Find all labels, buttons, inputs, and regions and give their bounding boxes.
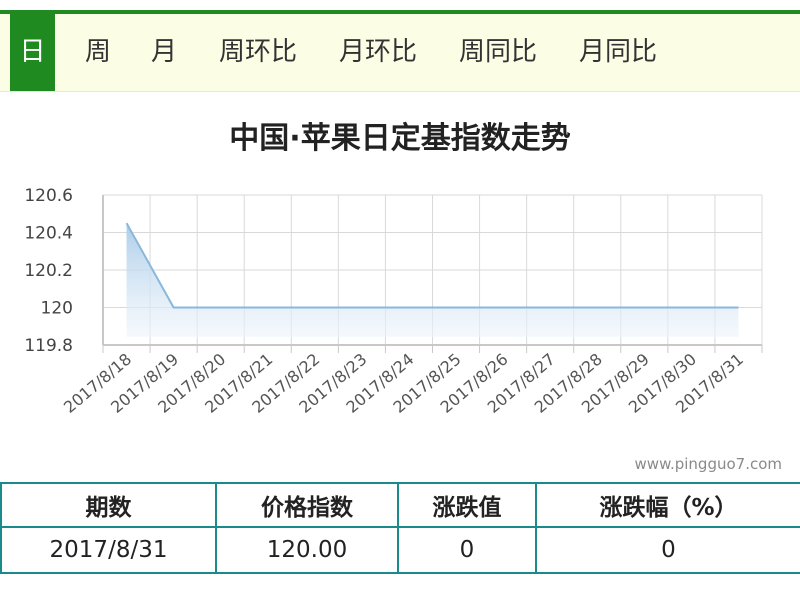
y-tick-label: 120.2 — [24, 261, 73, 281]
table-row: 2017/8/31 120.00 0 0 — [0, 526, 800, 574]
index-trend-chart: 120.6120.4120.2120119.82017/8/182017/8/1… — [24, 186, 763, 417]
index-summary-table: 期数 价格指数 涨跌值 涨跌幅（%） 2017/8/31 120.00 0 0 — [0, 482, 800, 574]
y-tick-label: 120.4 — [24, 224, 73, 244]
cell-price-index: 120.00 — [215, 526, 399, 574]
header-price-index: 价格指数 — [215, 482, 399, 528]
header-change-percent: 涨跌幅（%） — [535, 482, 800, 528]
cell-change-percent: 0 — [535, 526, 800, 574]
y-tick-label: 120.6 — [24, 186, 73, 206]
watermark: www.pingguo7.com — [634, 455, 782, 473]
header-change-value: 涨跌值 — [397, 482, 537, 528]
y-tick-label: 119.8 — [24, 336, 73, 356]
cell-period: 2017/8/31 — [0, 526, 217, 574]
header-period: 期数 — [0, 482, 217, 528]
cell-change-value: 0 — [397, 526, 537, 574]
y-tick-label: 120 — [41, 299, 73, 319]
table-header-row: 期数 价格指数 涨跌值 涨跌幅（%） — [0, 482, 800, 528]
